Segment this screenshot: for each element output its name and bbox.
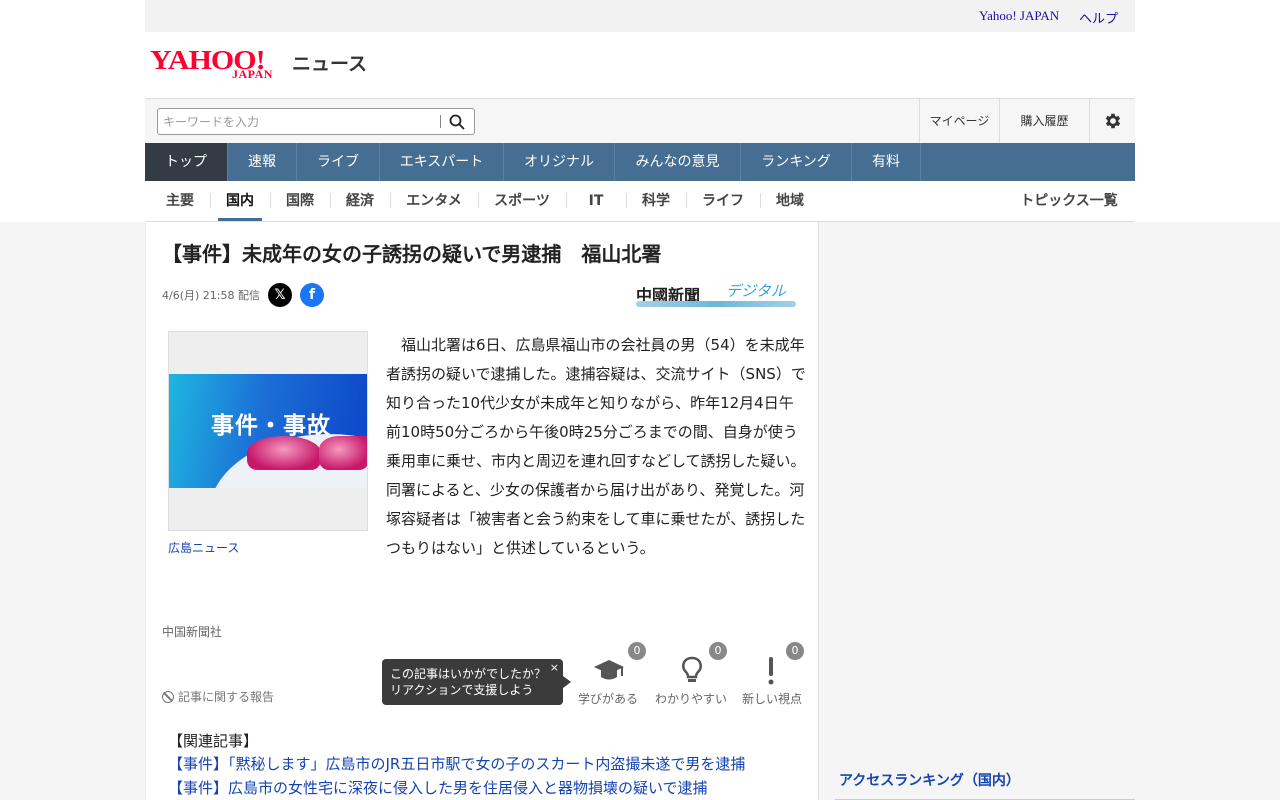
subnav-divider	[626, 193, 627, 208]
reaction-count: 0	[709, 642, 727, 660]
subnav-economy[interactable]: 経済	[339, 181, 381, 221]
publisher-logo-sub: デジタル	[726, 282, 786, 300]
x-icon: 𝕏	[274, 287, 286, 303]
reaction-clear-button[interactable]: 0 わかりやすい	[651, 642, 731, 708]
subnav-entertainment[interactable]: エンタメ	[399, 181, 469, 221]
subnav-domestic[interactable]: 国内	[218, 181, 262, 221]
publisher-logo-wave	[636, 301, 796, 307]
search-divider	[440, 115, 441, 128]
subnav-divider	[330, 193, 331, 208]
subnav-science[interactable]: 科学	[635, 181, 677, 221]
tab-expert[interactable]: エキスパート	[380, 143, 504, 181]
search-input[interactable]	[163, 113, 433, 131]
tab-original[interactable]: オリジナル	[504, 143, 615, 181]
reaction-learn-button[interactable]: 0 学びがある	[568, 642, 648, 708]
article-title: 【事件】未成年の女の子誘拐の疑いで男逮捕 福山北署	[162, 242, 662, 266]
subnav-divider	[270, 193, 271, 208]
reaction-label: わかりやすい	[654, 692, 727, 706]
related-article-link[interactable]: 【事件】広島市の女性宅に深夜に侵入した男を住居侵入と器物損壊の疑いで逮捕	[168, 777, 708, 798]
gear-icon	[1105, 113, 1120, 129]
tab-ranking[interactable]: ランキング	[741, 143, 852, 181]
article-body: 福山北署は6日、広島県福山市の会社員の男（54）を未成年者誘拐の疑いで逮捕した。…	[386, 336, 806, 557]
related-heading: 【関連記事】	[168, 732, 259, 750]
reaction-label: 学びがある	[577, 692, 638, 706]
subnav-divider	[478, 193, 479, 208]
share-facebook-button[interactable]: f	[300, 283, 324, 307]
subnav-life[interactable]: ライフ	[695, 181, 751, 221]
tab-top[interactable]: トップ	[145, 143, 228, 181]
siren-light	[319, 436, 367, 470]
settings-button[interactable]	[1089, 99, 1135, 144]
subnav-divider	[566, 193, 567, 208]
tooltip-line1: この記事はいかがでしたか？	[390, 667, 547, 681]
subnav-divider	[390, 193, 391, 208]
subnav-divider	[210, 193, 211, 208]
subnav-divider	[686, 193, 687, 208]
category-nav: 主要 国内 国際 経済 エンタメ スポーツ IT 科学 ライフ 地域 トピックス…	[145, 181, 1135, 222]
tab-breaking[interactable]: 速報	[228, 143, 297, 181]
related-article-link[interactable]: 【事件】「黙秘します」広島市のJR五日市駅で女の子のスカート内盗撮未遂で男を逮捕	[168, 753, 745, 774]
facebook-icon: f	[308, 287, 316, 303]
logo-service: ニュース	[292, 53, 368, 75]
topics-list-link[interactable]: トピックス一覧	[1017, 181, 1121, 221]
reaction-tooltip: この記事はいかがでしたか？ リアクションで支援しよう ×	[382, 659, 571, 705]
lightbulb-icon	[682, 656, 702, 682]
photo-label: 事件・事故	[211, 413, 331, 439]
purchase-history-link[interactable]: 購入履歴	[999, 99, 1089, 144]
graduation-cap-icon	[594, 660, 624, 680]
tooltip-close-icon[interactable]: ×	[550, 660, 559, 676]
article: 【事件】未成年の女の子誘拐の疑いで男逮捕 福山北署 4/6(月) 21:58 配…	[145, 222, 819, 800]
article-date: 4/6(月) 21:58 配信	[162, 289, 260, 302]
subnav-local[interactable]: 地域	[769, 181, 811, 221]
main-nav: トップ 速報 ライブ エキスパート オリジナル みんなの意見 ランキング 有料	[145, 143, 1135, 181]
report-label: 記事に関する報告	[178, 690, 275, 704]
tab-live[interactable]: ライブ	[297, 143, 380, 181]
reaction-new-view-button[interactable]: 0 新しい視点	[732, 642, 812, 708]
help-link[interactable]: ヘルプ	[1079, 8, 1118, 27]
reaction-count: 0	[628, 642, 646, 660]
yahoo-news-logo[interactable]: YAHOO! JAPAN ニュース	[150, 44, 370, 84]
subnav-divider	[760, 193, 761, 208]
subnav-international[interactable]: 国際	[279, 181, 321, 221]
yahoo-japan-link[interactable]: Yahoo! JAPAN	[979, 8, 1059, 24]
subnav-sports[interactable]: スポーツ	[487, 181, 557, 221]
article-source: 中国新聞社	[162, 625, 223, 639]
search-button[interactable]	[448, 113, 468, 131]
access-ranking-heading[interactable]: アクセスランキング（国内）	[835, 770, 1135, 800]
photo-caption-link[interactable]: 広島ニュース	[168, 539, 239, 556]
subnav-it[interactable]: IT	[575, 181, 617, 221]
logo-brand-sub: JAPAN	[232, 67, 273, 81]
tooltip-line2: リアクションで支援しよう	[390, 683, 534, 697]
reaction-label: 新しい視点	[741, 692, 802, 706]
exclamation-icon	[768, 657, 774, 685]
search-bar: マイページ 購入履歴	[145, 98, 1135, 144]
share-x-button[interactable]: 𝕏	[268, 283, 292, 307]
search-box	[157, 108, 475, 135]
search-icon	[449, 114, 465, 130]
mypage-link[interactable]: マイページ	[919, 99, 999, 144]
siren-light	[247, 436, 321, 470]
tab-paid[interactable]: 有料	[852, 143, 921, 181]
tab-opinion[interactable]: みんなの意見	[615, 143, 741, 181]
photo-banner: 事件・事故	[169, 374, 367, 488]
reaction-count: 0	[786, 642, 804, 660]
prohibited-icon	[162, 691, 174, 703]
publisher-logo[interactable]: 中國新聞 デジタル	[636, 282, 800, 308]
utility-bar: Yahoo! JAPAN ヘルプ	[145, 0, 1135, 32]
report-link[interactable]: 記事に関する報告	[162, 688, 274, 705]
subnav-main[interactable]: 主要	[159, 181, 201, 221]
article-photo[interactable]: 事件・事故	[168, 331, 368, 531]
